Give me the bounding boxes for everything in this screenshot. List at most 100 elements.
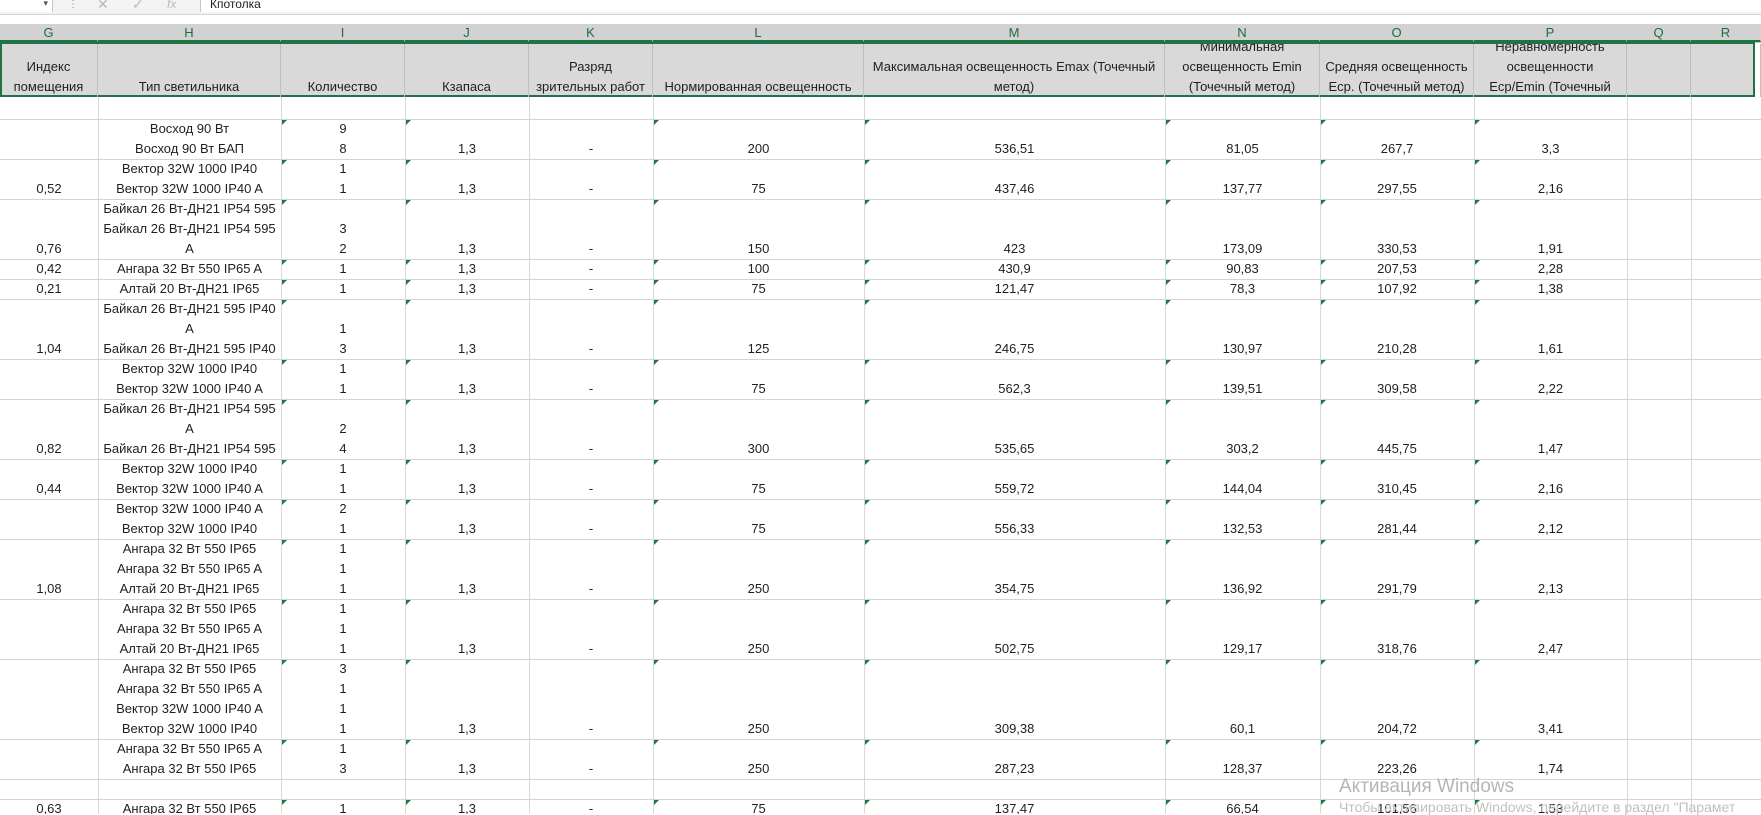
uniformity-cell[interactable]: 3,3: [1474, 120, 1627, 159]
avg-illuminance-cell[interactable]: 297,55: [1320, 160, 1474, 199]
column-header-o[interactable]: O: [1320, 24, 1474, 42]
min-illuminance-cell[interactable]: 90,83: [1165, 260, 1320, 279]
min-illuminance-cell[interactable]: [1165, 100, 1320, 119]
uniformity-cell[interactable]: 1,61: [1474, 300, 1627, 359]
normalized-illuminance-cell[interactable]: 250: [653, 540, 864, 599]
luminaire-type-cell[interactable]: [98, 100, 281, 119]
max-illuminance-cell[interactable]: 430,9: [864, 260, 1165, 279]
visual-work-class-cell[interactable]: -: [529, 460, 653, 499]
safety-factor-cell[interactable]: 1,3: [405, 600, 529, 659]
avg-illuminance-cell[interactable]: 204,72: [1320, 660, 1474, 739]
uniformity-cell[interactable]: 1,91: [1474, 200, 1627, 259]
quantity-cell[interactable]: 11: [281, 360, 405, 399]
room-index-cell[interactable]: 0,52: [0, 160, 98, 199]
header-cell-q[interactable]: [1627, 44, 1691, 97]
safety-factor-cell[interactable]: 1,3: [405, 460, 529, 499]
table-row[interactable]: 0,44 Вектор 32W 1000 IP40 Вектор 32W 1000 …: [0, 460, 1761, 500]
room-index-cell[interactable]: 0,42: [0, 260, 98, 279]
normalized-illuminance-cell[interactable]: 250: [653, 740, 864, 779]
cancel-icon[interactable]: ✕: [97, 0, 109, 12]
visual-work-class-cell[interactable]: -: [529, 660, 653, 739]
min-illuminance-cell[interactable]: 129,17: [1165, 600, 1320, 659]
table-row[interactable]: 1,08 Ангара 32 Вт 550 IP65 Ангара 32 Вт 55…: [0, 540, 1761, 600]
normalized-illuminance-cell[interactable]: 75: [653, 280, 864, 299]
max-illuminance-cell[interactable]: 536,51: [864, 120, 1165, 159]
safety-factor-cell[interactable]: 1,3: [405, 540, 529, 599]
table-row[interactable]: Ангара 32 Вт 550 IP65 A Ангара 32 Вт 550 …: [0, 740, 1761, 780]
column-header-h[interactable]: H: [98, 24, 281, 42]
max-illuminance-cell[interactable]: [864, 100, 1165, 119]
avg-illuminance-cell[interactable]: 281,44: [1320, 500, 1474, 539]
room-index-cell[interactable]: [0, 660, 98, 739]
quantity-cell[interactable]: 1: [281, 800, 405, 814]
room-index-cell[interactable]: 1,04: [0, 300, 98, 359]
header-cell-p[interactable]: Неравномерность освещенности Eср/Emin (Точ…: [1474, 44, 1627, 97]
quantity-cell[interactable]: 98: [281, 120, 405, 159]
quantity-cell[interactable]: 1: [281, 260, 405, 279]
safety-factor-cell[interactable]: 1,3: [405, 120, 529, 159]
safety-factor-cell[interactable]: 1,3: [405, 500, 529, 539]
luminaire-type-cell[interactable]: Вектор 32W 1000 IP40 A Вектор 32W 1000 IP…: [98, 500, 281, 539]
normalized-illuminance-cell[interactable]: 75: [653, 160, 864, 199]
uniformity-cell[interactable]: 1,38: [1474, 280, 1627, 299]
room-index-cell[interactable]: [0, 360, 98, 399]
visual-work-class-cell[interactable]: [529, 100, 653, 119]
table-row[interactable]: Вектор 32W 1000 IP40 A Вектор 32W 1000 IP…: [0, 500, 1761, 540]
header-row[interactable]: Индекс помещения Тип светильника Количество…: [0, 42, 1761, 97]
avg-illuminance-cell[interactable]: 330,53: [1320, 200, 1474, 259]
max-illuminance-cell[interactable]: 246,75: [864, 300, 1165, 359]
room-index-cell[interactable]: 0,76: [0, 200, 98, 259]
quantity-cell[interactable]: 1 1 1: [281, 600, 405, 659]
uniformity-cell[interactable]: 2,13: [1474, 540, 1627, 599]
header-cell-g[interactable]: Индекс помещения: [0, 44, 98, 97]
avg-illuminance-cell[interactable]: 267,7: [1320, 120, 1474, 159]
normalized-illuminance-cell[interactable]: [653, 100, 864, 119]
visual-work-class-cell[interactable]: [529, 780, 653, 799]
visual-work-class-cell[interactable]: -: [529, 300, 653, 359]
min-illuminance-cell[interactable]: 128,37: [1165, 740, 1320, 779]
luminaire-type-cell[interactable]: Ангара 32 Вт 550 IP65 A Ангара 32 Вт 550 …: [98, 740, 281, 779]
safety-factor-cell[interactable]: 1,3: [405, 400, 529, 459]
uniformity-cell[interactable]: 1,47: [1474, 400, 1627, 459]
visual-work-class-cell[interactable]: -: [529, 500, 653, 539]
header-cell-m[interactable]: Максимальная освещенность Emax (Точечный…: [864, 44, 1165, 97]
quantity-cell[interactable]: 32: [281, 200, 405, 259]
max-illuminance-cell[interactable]: 354,75: [864, 540, 1165, 599]
luminaire-type-cell[interactable]: Ангара 32 Вт 550 IP65 A: [98, 260, 281, 279]
avg-illuminance-cell[interactable]: 445,75: [1320, 400, 1474, 459]
max-illuminance-cell[interactable]: 502,75: [864, 600, 1165, 659]
quantity-cell[interactable]: 1 1 1: [281, 540, 405, 599]
safety-factor-cell[interactable]: 1,3: [405, 280, 529, 299]
uniformity-cell[interactable]: 2,16: [1474, 160, 1627, 199]
min-illuminance-cell[interactable]: 303,2: [1165, 400, 1320, 459]
max-illuminance-cell[interactable]: 535,65: [864, 400, 1165, 459]
luminaire-type-cell[interactable]: Ангара 32 Вт 550 IP65 Ангара 32 Вт 550 IP…: [98, 540, 281, 599]
header-cell-i[interactable]: Количество: [281, 44, 405, 97]
visual-work-class-cell[interactable]: -: [529, 400, 653, 459]
min-illuminance-cell[interactable]: 78,3: [1165, 280, 1320, 299]
quantity-cell[interactable]: 1: [281, 280, 405, 299]
header-cell-h[interactable]: Тип светильника: [98, 44, 281, 97]
uniformity-cell[interactable]: 3,41: [1474, 660, 1627, 739]
luminaire-type-cell[interactable]: [98, 780, 281, 799]
min-illuminance-cell[interactable]: 66,54: [1165, 800, 1320, 814]
normalized-illuminance-cell[interactable]: 300: [653, 400, 864, 459]
min-illuminance-cell[interactable]: 139,51: [1165, 360, 1320, 399]
table-row[interactable]: Восход 90 Вт Восход 90 Вт БАП 9 8 1,3-200 536…: [0, 120, 1761, 160]
visual-work-class-cell[interactable]: -: [529, 600, 653, 659]
visual-work-class-cell[interactable]: -: [529, 280, 653, 299]
uniformity-cell[interactable]: 2,16: [1474, 460, 1627, 499]
min-illuminance-cell[interactable]: 137,77: [1165, 160, 1320, 199]
min-illuminance-cell[interactable]: 60,1: [1165, 660, 1320, 739]
max-illuminance-cell[interactable]: 137,47: [864, 800, 1165, 814]
normalized-illuminance-cell[interactable]: [653, 780, 864, 799]
uniformity-cell[interactable]: 2,22: [1474, 360, 1627, 399]
room-index-cell[interactable]: 0,21: [0, 280, 98, 299]
avg-illuminance-cell[interactable]: 318,76: [1320, 600, 1474, 659]
quantity-cell[interactable]: 13: [281, 300, 405, 359]
avg-illuminance-cell[interactable]: 309,58: [1320, 360, 1474, 399]
chevron-down-icon[interactable]: ▾: [43, 0, 48, 9]
avg-illuminance-cell[interactable]: 291,79: [1320, 540, 1474, 599]
luminaire-type-cell[interactable]: Байкал 26 Вт-ДН21 IP54 595 A Байкал 26 Вт-…: [98, 400, 281, 459]
safety-factor-cell[interactable]: 1,3: [405, 160, 529, 199]
